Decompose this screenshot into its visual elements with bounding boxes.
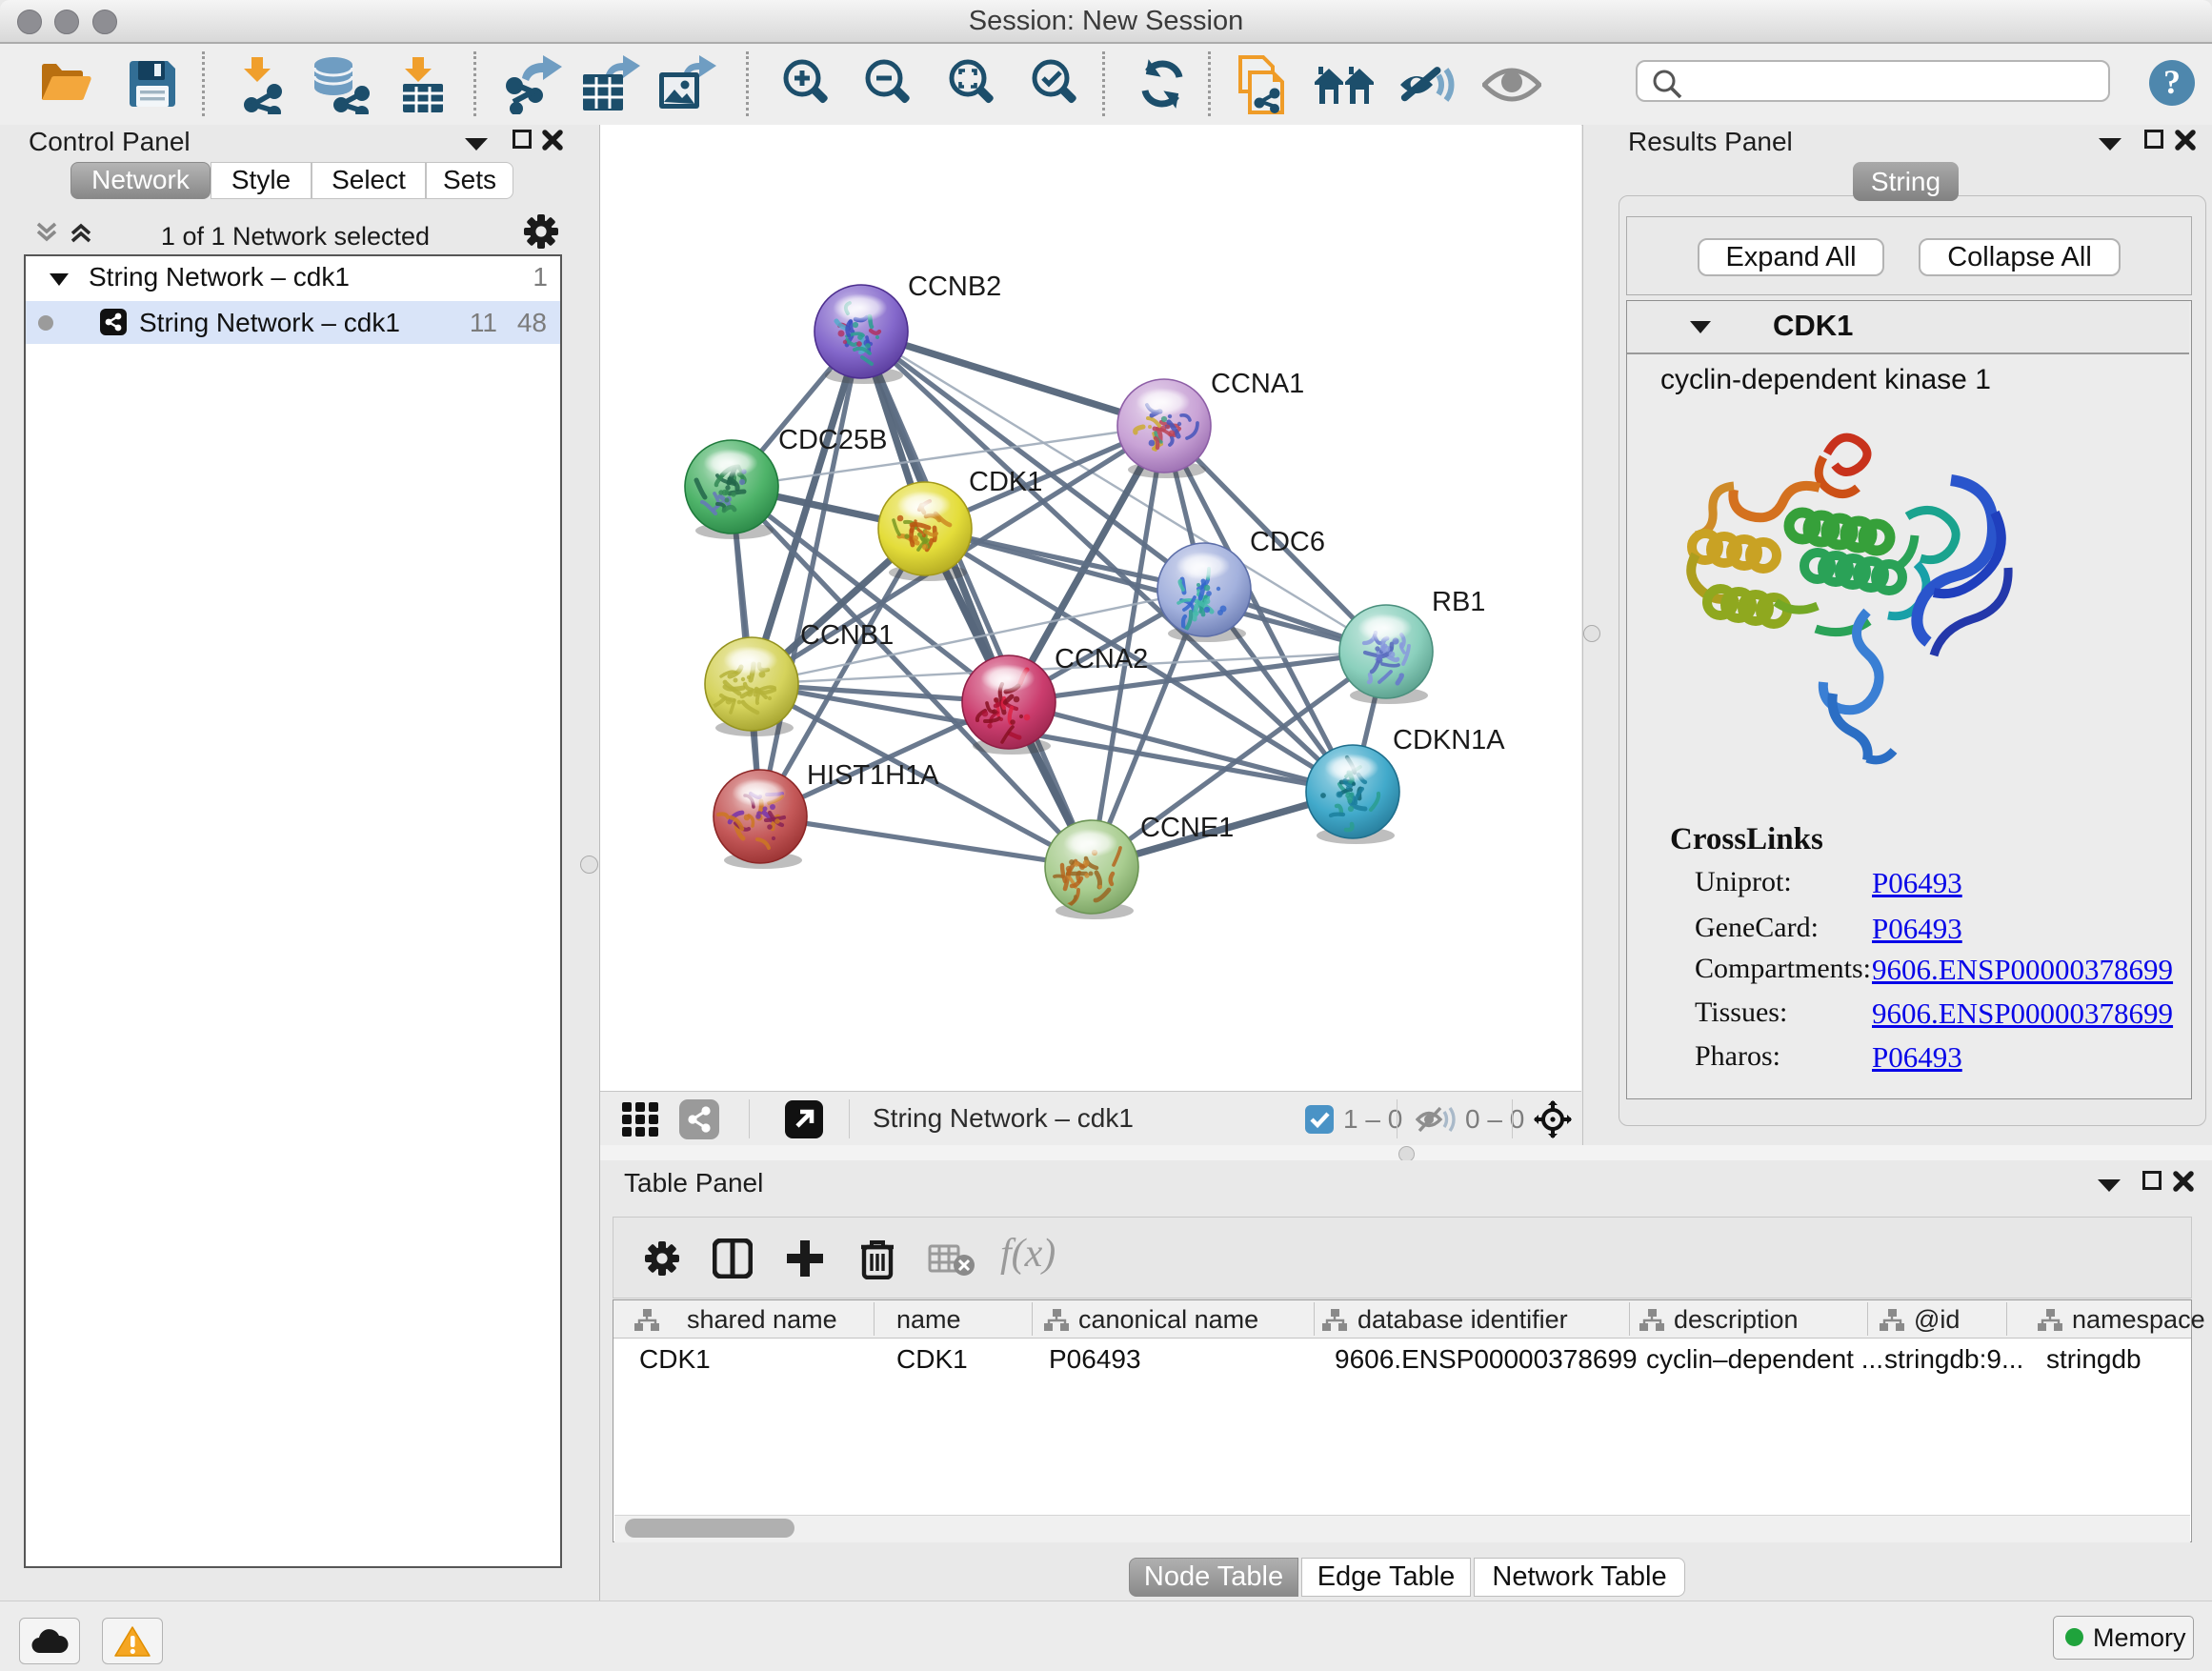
svg-text:CCNA1: CCNA1: [1211, 369, 1304, 399]
svg-text:CDC25B: CDC25B: [778, 425, 887, 455]
svg-text:CCNE1: CCNE1: [1140, 813, 1234, 843]
svg-text:RB1: RB1: [1432, 587, 1485, 617]
svg-text:CCNA2: CCNA2: [1055, 644, 1148, 674]
svg-text:CDKN1A: CDKN1A: [1393, 725, 1505, 755]
svg-text:CDC6: CDC6: [1250, 527, 1325, 557]
svg-text:CDK1: CDK1: [969, 467, 1042, 497]
svg-text:CCNB1: CCNB1: [800, 620, 894, 651]
svg-text:?: ?: [2163, 63, 2181, 101]
svg-text:HIST1H1A: HIST1H1A: [807, 760, 939, 791]
svg-text:CCNB2: CCNB2: [908, 272, 1001, 302]
